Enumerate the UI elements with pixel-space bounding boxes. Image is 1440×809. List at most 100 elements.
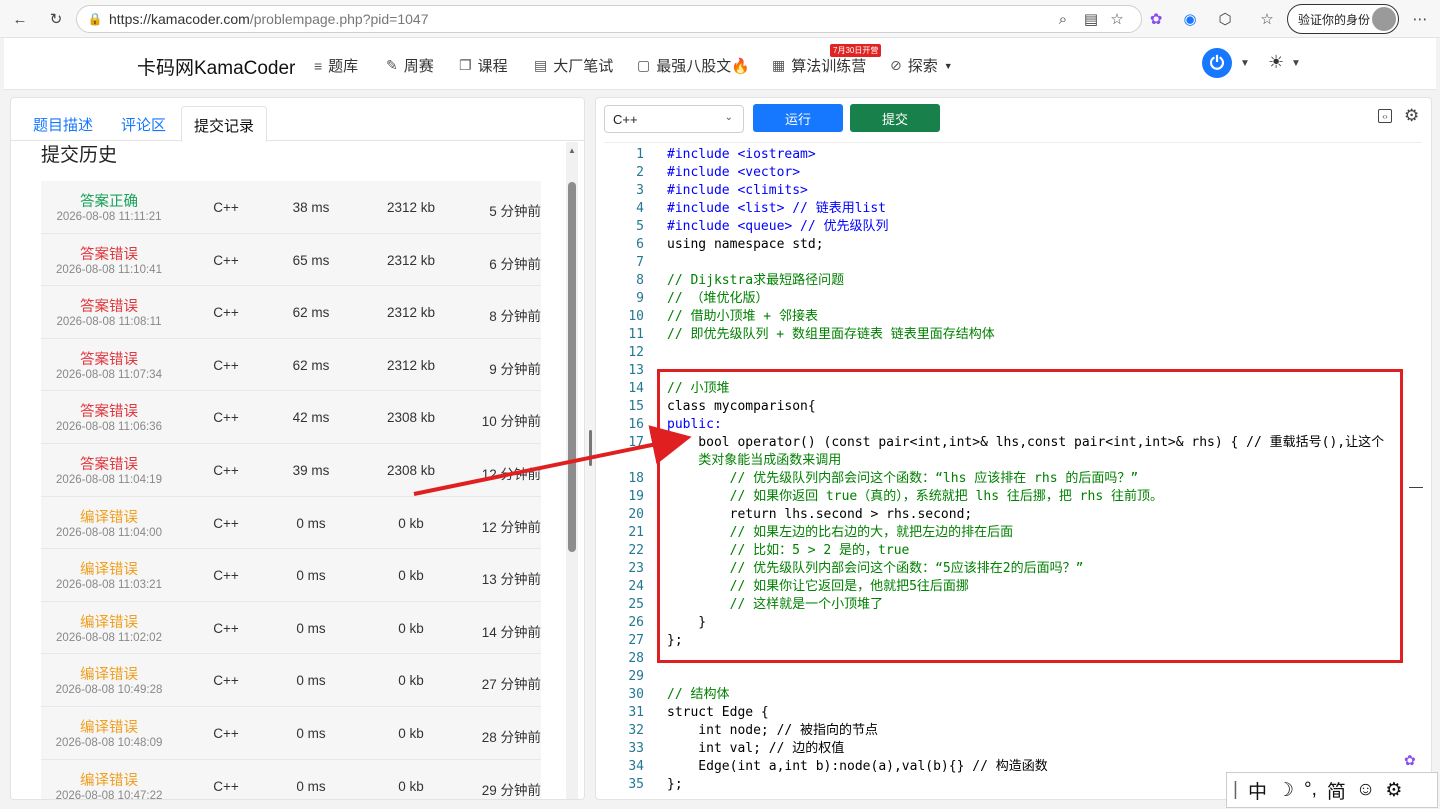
submission-row[interactable]: 编译错误 2026-08-08 10:48:09 C++ 0 ms 0 kb 28 分钟前 [41,706,541,760]
submission-row[interactable]: 答案错误 2026-08-08 11:10:41 C++ 65 ms 2312 kb 6 … [41,233,541,287]
code-line[interactable]: 31 struct Edge { [604,704,1422,722]
zoom-icon[interactable]: ⌕ [1053,9,1073,29]
chevron-down-icon[interactable]: ▼ [1240,58,1250,69]
code-line[interactable]: 6 using namespace std; [604,236,1422,254]
submission-memory: 2312 kb [386,305,436,321]
profile-avatar-icon [1372,7,1396,31]
browser-toolbar: ← ↻ 🔒 https://kamacoder.com/problempage.… [0,0,1440,38]
code-line[interactable]: 7 [604,254,1422,272]
submission-panel: 题目描述 评论区 提交记录 提交历史 答案正确 2026-08-08 11:11:… [10,97,585,800]
code-line[interactable]: 29 [604,668,1422,686]
gear-icon[interactable]: ⚙ [1404,106,1419,126]
submission-status: 编译错误 [80,614,138,631]
punctuation-toggle[interactable]: °, [1304,779,1317,801]
code-line[interactable]: 32 int node; // 被指向的节点 [604,722,1422,740]
reload-icon[interactable]: ↻ [46,9,66,29]
line-number: 2 [636,165,644,180]
power-icon[interactable]: ⏻ [1202,48,1232,78]
extension-icon[interactable]: ⬡ [1215,9,1235,29]
nav-interview[interactable]: ▢ 最强八股文🔥 [637,55,750,76]
nav-problems[interactable]: ≡ 题库 [314,55,358,76]
scrollbar-thumb[interactable] [568,182,576,552]
nav-courses[interactable]: ❐ 课程 [459,55,508,76]
code-line[interactable]: 9 // （堆优化版） [604,290,1422,308]
copilot-icon[interactable]: ✿ [1146,9,1166,29]
site-logo[interactable]: 卡码网KamaCoder [137,53,295,80]
tab-submissions[interactable]: 提交记录 [181,106,268,142]
ime-toolbar[interactable]: | 中 ☽ °, 简 ☺ ⚙ [1226,772,1438,808]
submission-row[interactable]: 编译错误 2026-08-08 10:47:22 C++ 0 ms 0 kb 29 分钟前 [41,759,541,799]
more-icon[interactable]: ⋯ [1410,9,1430,29]
submission-row[interactable]: 编译错误 2026-08-08 11:03:21 C++ 0 ms 0 kb 13 分钟前 [41,549,541,602]
gear-icon[interactable]: ⚙ [1385,779,1402,802]
chevron-down-icon: ⌄ [724,112,733,123]
lock-icon[interactable]: 🔒 [85,9,105,29]
panel-splitter[interactable] [589,430,592,466]
submission-row[interactable]: 答案错误 2026-08-08 11:04:19 C++ 39 ms 2308 kb 12… [41,443,541,497]
run-button[interactable]: 运行 [753,104,843,132]
language-select[interactable]: C++ ⌄ [604,105,744,133]
submission-age: 29 分钟前 [481,782,541,798]
submission-runtime: 0 ms [296,620,326,636]
back-icon[interactable]: ← [10,9,30,29]
nav-contest[interactable]: ✎ 周赛 [386,55,434,76]
reader-icon[interactable]: ▤ [1081,9,1101,29]
scroll-up-icon[interactable]: ▲ [568,146,576,155]
line-number: 34 [628,759,644,774]
submission-row[interactable]: 编译错误 2026-08-08 10:49:28 C++ 0 ms 0 kb 27 分钟前 [41,654,541,707]
line-number: 22 [628,543,644,558]
sun-icon[interactable]: ☀ [1268,52,1284,73]
submission-status: 答案正确 [80,194,138,210]
chevron-down-icon[interactable]: ▼ [1291,58,1301,69]
submission-language: C++ [213,462,239,478]
extension-bird-icon[interactable]: ◉ [1180,9,1200,29]
code-text: #include <climits> [667,183,808,198]
code-line[interactable]: 11 // 即优先级队列 + 数组里面存链表 链表里面存结构体 [604,326,1422,344]
code-line[interactable]: 8 // Dijkstra求最短路径问题 [604,272,1422,290]
submission-row[interactable]: 答案错误 2026-08-08 11:08:11 C++ 62 ms 2312 kb 8 … [41,286,541,339]
code-line[interactable]: 1 #include <iostream> [604,146,1422,164]
code-line[interactable]: 33 int val; // 边的权值 [604,740,1422,758]
submission-row[interactable]: 编译错误 2026-08-08 11:02:02 C++ 0 ms 0 kb 14 分钟前 [41,601,541,655]
line-number: 32 [628,723,644,738]
code-line[interactable]: 30 // 结构体 [604,686,1422,704]
tab-description[interactable]: 题目描述 [21,106,105,142]
submission-row[interactable]: 编译错误 2026-08-08 11:04:00 C++ 0 ms 0 kb 12 分钟前 [41,496,541,550]
code-line[interactable]: 4 #include <list> // 链表用list [604,200,1422,218]
scrollbar[interactable]: ▲ [566,142,578,799]
submission-age: 12 分钟前 [481,519,541,535]
favorite-icon[interactable]: ☆ [1107,9,1127,29]
emoji-icon[interactable]: ☺ [1356,779,1375,801]
code-line[interactable]: 5 #include <queue> // 优先级队列 [604,218,1422,236]
nav-camp[interactable]: ▦ 算法训练营 [772,55,866,76]
profile-button[interactable]: 验证你的身份 [1287,4,1399,34]
submission-row[interactable]: 答案正确 2026-08-08 11:11:21 C++ 38 ms 2312 kb 5 … [41,181,541,234]
url-path: /problempage.php?pid=1047 [249,11,429,27]
line-number: 20 [628,507,644,522]
submission-runtime: 62 ms [292,357,330,373]
nav-exams[interactable]: ▤ 大厂笔试 [534,55,613,76]
nav-explore[interactable]: ⊘ 探索 ▼ [890,55,953,76]
expand-icon[interactable]: ‹› [1378,109,1392,123]
ime-chinese-toggle[interactable]: 中 [1248,777,1267,804]
address-bar[interactable]: 🔒 https://kamacoder.com/problempage.php?… [76,5,1142,33]
assistant-icon[interactable]: ✿ [1404,752,1430,774]
moon-icon[interactable]: ☽ [1277,779,1294,802]
code-line[interactable]: 10 // 借助小顶堆 + 邻接表 [604,308,1422,326]
submission-list: 答案正确 2026-08-08 11:11:21 C++ 38 ms 2312 kb 5 … [41,181,541,799]
annotation-highlight-box [657,369,1403,663]
submission-date: 2026-08-08 11:11:21 [56,211,162,223]
submit-button[interactable]: 提交 [850,104,940,132]
submission-row[interactable]: 答案错误 2026-08-08 11:06:36 C++ 42 ms 2308 kb 10… [41,391,541,444]
collections-icon[interactable]: ☆ [1257,9,1277,29]
submission-date: 2026-08-08 11:08:11 [56,316,162,329]
pen-icon: ✎ [386,57,398,73]
tab-comments[interactable]: 评论区 [109,106,178,142]
submission-age: 28 分钟前 [481,729,541,745]
simplified-toggle[interactable]: 简 [1327,777,1346,804]
code-line[interactable]: 3 #include <climits> [604,182,1422,200]
submission-runtime: 0 ms [296,568,326,584]
code-line[interactable]: 2 #include <vector> [604,164,1422,182]
code-line[interactable]: 12 [604,344,1422,362]
submission-row[interactable]: 答案错误 2026-08-08 11:07:34 C++ 62 ms 2312 kb 9 … [41,338,541,392]
